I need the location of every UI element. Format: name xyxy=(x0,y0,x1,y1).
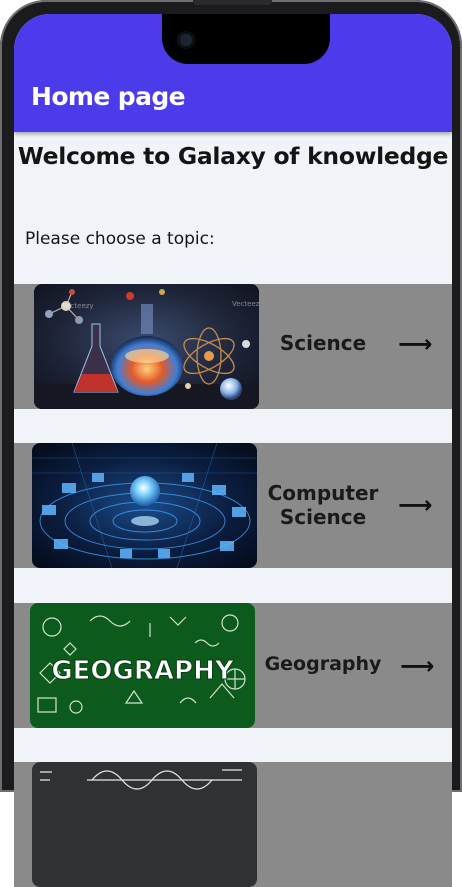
topic-label: Geography xyxy=(264,653,382,675)
topic-card-math[interactable] xyxy=(14,762,452,887)
watermark-text: Vecteezy xyxy=(232,300,259,308)
network-globe-image xyxy=(32,443,257,568)
topic-card-science[interactable]: Vecteezy Vecteezy Science ⟶ xyxy=(14,284,452,409)
svg-text:Vecteezy: Vecteezy xyxy=(62,302,94,310)
arrow-right-icon[interactable]: ⟶ xyxy=(400,652,434,680)
geography-doodle-image: GEOGRAPHY xyxy=(30,603,255,728)
math-chalkboard-image xyxy=(32,762,257,887)
science-lab-image: Vecteezy Vecteezy xyxy=(34,284,259,409)
arrow-right-icon[interactable]: ⟶ xyxy=(398,491,432,519)
geography-word: GEOGRAPHY xyxy=(51,656,235,686)
app-bar-title: Home page xyxy=(31,82,186,111)
front-camera-icon xyxy=(177,31,195,49)
topic-label: Science xyxy=(279,331,367,355)
arrow-right-icon[interactable]: ⟶ xyxy=(398,330,432,358)
topic-card-computer-science[interactable]: Computer Science ⟶ xyxy=(14,443,452,568)
topic-label: Computer Science xyxy=(267,481,379,529)
topic-prompt: Please choose a topic: xyxy=(25,229,215,249)
speaker-grille xyxy=(193,0,272,5)
topic-card-geography[interactable]: GEOGRAPHY Geography ⟶ xyxy=(14,603,452,728)
welcome-heading: Welcome to Galaxy of knowledge xyxy=(17,142,449,170)
